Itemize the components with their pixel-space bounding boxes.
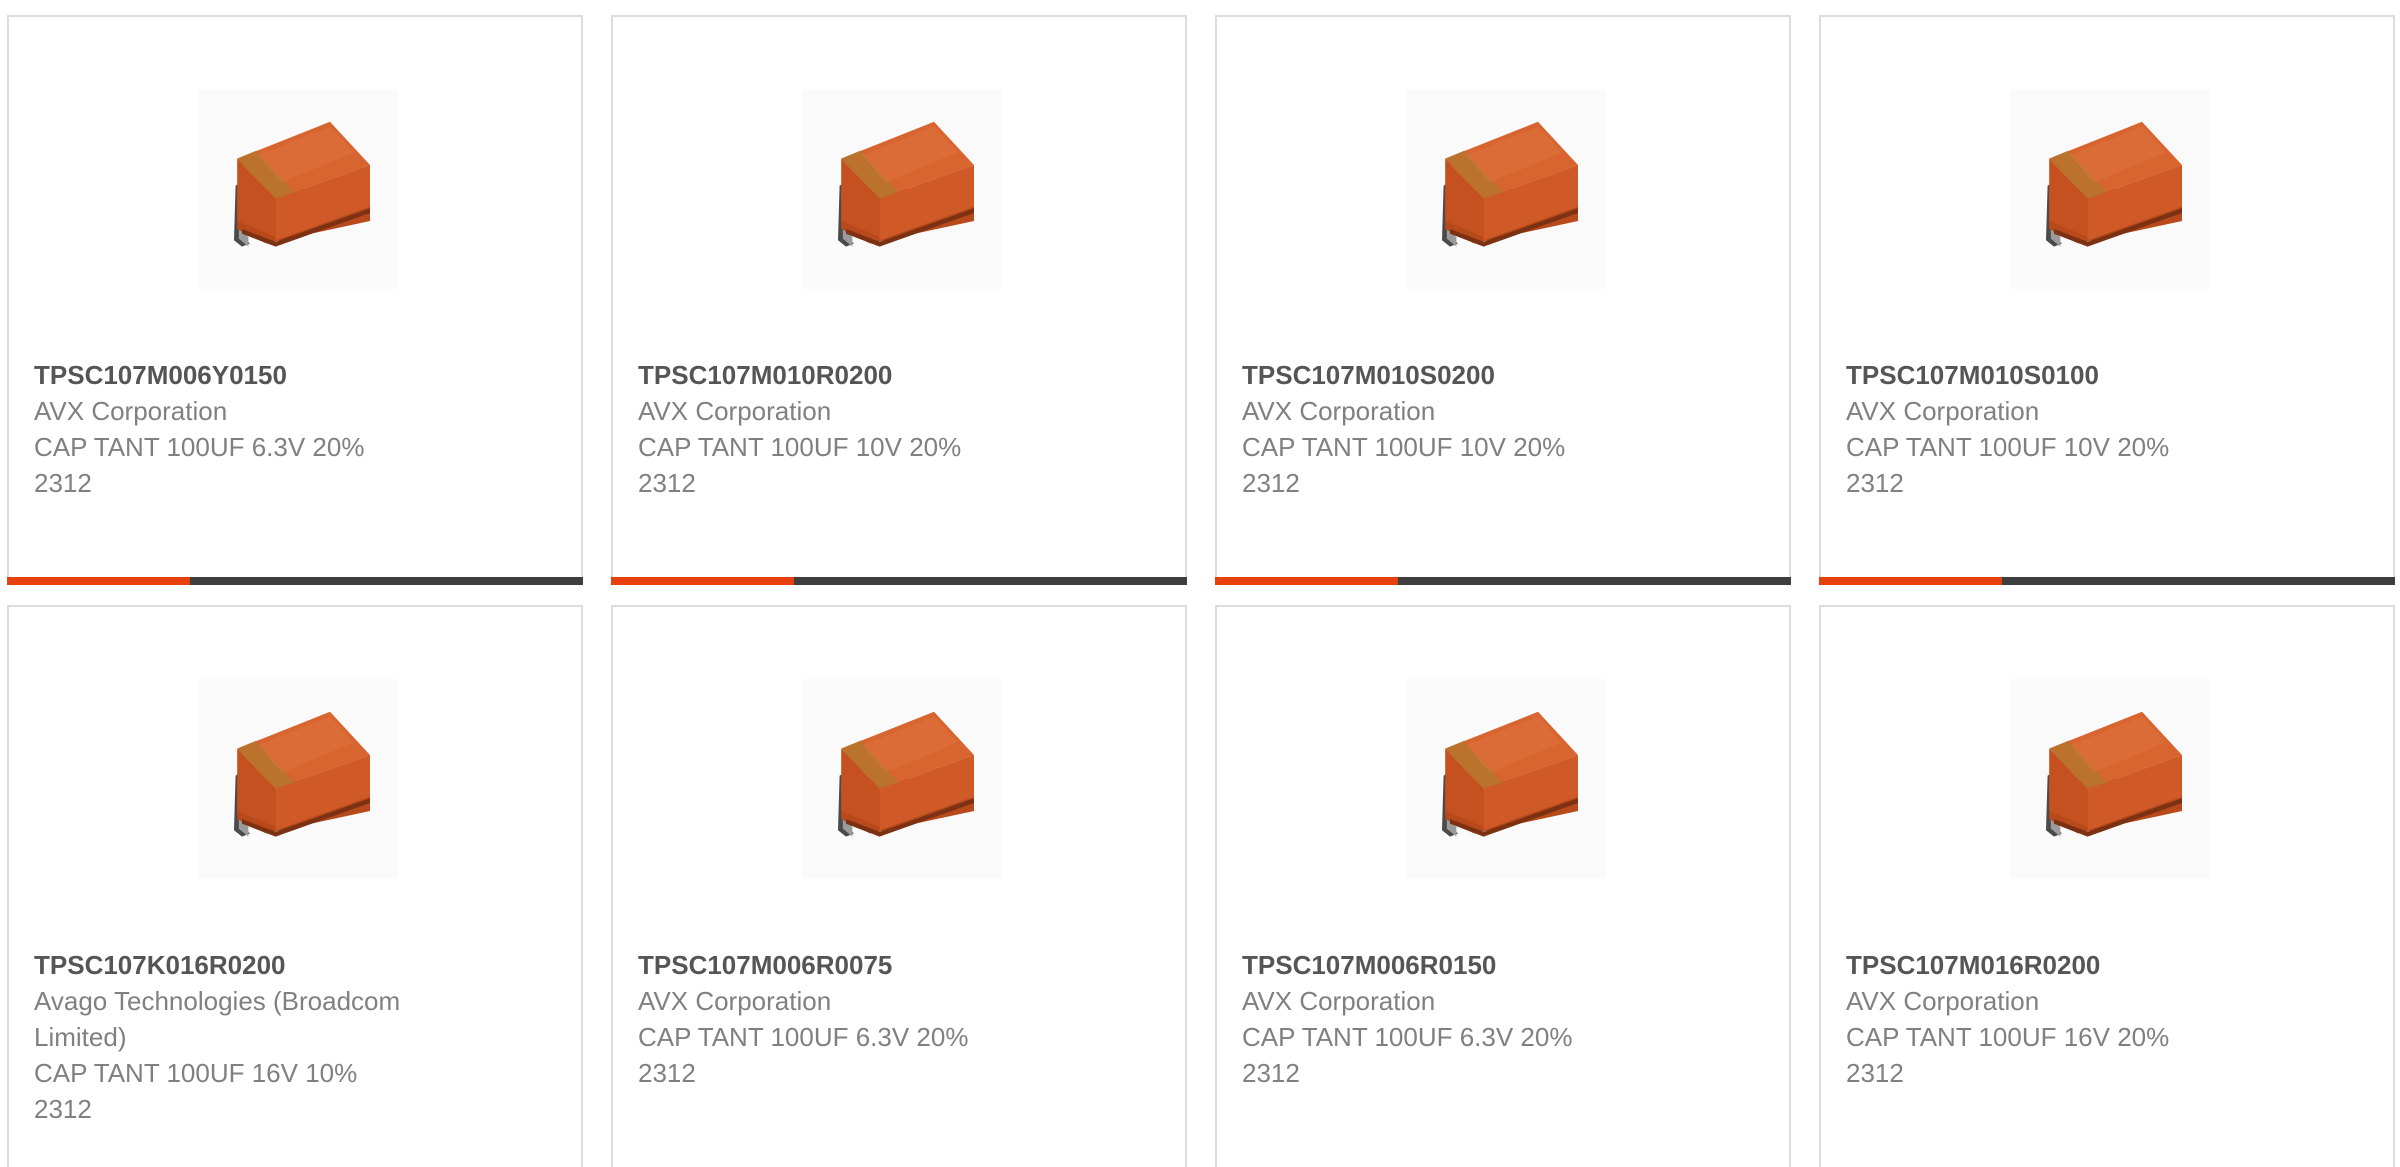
manufacturer: AVX Corporation	[1846, 986, 2040, 1016]
description: CAP TANT 100UF 16V 10%	[34, 1058, 358, 1088]
description: CAP TANT 100UF 6.3V 20%	[1242, 1022, 1573, 1052]
part-number-link[interactable]: TPSC107M006Y0150	[34, 357, 474, 393]
product-info: TPSC107M006R0075 AVX Corporation CAP TAN…	[638, 947, 1078, 1091]
package: 2312	[34, 468, 92, 498]
package: 2312	[1242, 468, 1300, 498]
card-accent-bar	[1819, 577, 2002, 585]
part-number-link[interactable]: TPSC107M010R0200	[638, 357, 1078, 393]
card-bottom-bar	[7, 577, 583, 585]
tantalum-capacitor-icon[interactable]	[1406, 89, 1606, 289]
part-number-link[interactable]: TPSC107M016R0200	[1846, 947, 2286, 983]
description: CAP TANT 100UF 6.3V 20%	[34, 432, 365, 462]
tantalum-capacitor-icon[interactable]	[198, 679, 398, 879]
manufacturer: AVX Corporation	[638, 396, 832, 426]
product-card[interactable]: TPSC107K016R0200 Avago Technologies (Bro…	[7, 605, 583, 1167]
tantalum-capacitor-icon[interactable]	[198, 89, 398, 289]
description: CAP TANT 100UF 10V 20%	[638, 432, 962, 462]
tantalum-capacitor-icon[interactable]	[1406, 679, 1606, 879]
card-accent-bar	[1215, 577, 1398, 585]
tantalum-capacitor-icon[interactable]	[802, 679, 1002, 879]
manufacturer: AVX Corporation	[1846, 396, 2040, 426]
part-number-link[interactable]: TPSC107M010S0100	[1846, 357, 2286, 393]
package: 2312	[34, 1094, 92, 1124]
package: 2312	[638, 468, 696, 498]
card-accent-bar	[611, 577, 794, 585]
description: CAP TANT 100UF 10V 20%	[1846, 432, 2170, 462]
package: 2312	[638, 1058, 696, 1088]
description: CAP TANT 100UF 6.3V 20%	[638, 1022, 969, 1052]
part-number-link[interactable]: TPSC107K016R0200	[34, 947, 454, 983]
product-info: TPSC107M016R0200 AVX Corporation CAP TAN…	[1846, 947, 2286, 1091]
part-number-link[interactable]: TPSC107M006R0150	[1242, 947, 1682, 983]
product-info: TPSC107K016R0200 Avago Technologies (Bro…	[34, 947, 454, 1127]
description: CAP TANT 100UF 16V 20%	[1846, 1022, 2170, 1052]
card-accent-bar	[7, 577, 190, 585]
product-card[interactable]: TPSC107M016R0200 AVX Corporation CAP TAN…	[1819, 605, 2395, 1167]
product-info: TPSC107M010R0200 AVX Corporation CAP TAN…	[638, 357, 1078, 501]
tantalum-capacitor-icon[interactable]	[802, 89, 1002, 289]
product-card[interactable]: TPSC107M006Y0150 AVX Corporation CAP TAN…	[7, 15, 583, 585]
product-info: TPSC107M006Y0150 AVX Corporation CAP TAN…	[34, 357, 474, 501]
part-number-link[interactable]: TPSC107M006R0075	[638, 947, 1078, 983]
product-card[interactable]: TPSC107M010S0100 AVX Corporation CAP TAN…	[1819, 15, 2395, 585]
tantalum-capacitor-icon[interactable]	[2010, 679, 2210, 879]
manufacturer: AVX Corporation	[1242, 986, 1436, 1016]
card-bottom-bar	[1819, 577, 2395, 585]
card-bottom-bar	[611, 577, 1187, 585]
product-info: TPSC107M010S0200 AVX Corporation CAP TAN…	[1242, 357, 1682, 501]
description: CAP TANT 100UF 10V 20%	[1242, 432, 1566, 462]
product-grid: TPSC107M006Y0150 AVX Corporation CAP TAN…	[0, 0, 2400, 1167]
manufacturer: Avago Technologies (Broadcom Limited)	[34, 986, 401, 1052]
manufacturer: AVX Corporation	[638, 986, 832, 1016]
tantalum-capacitor-icon[interactable]	[2010, 89, 2210, 289]
product-card[interactable]: TPSC107M006R0150 AVX Corporation CAP TAN…	[1215, 605, 1791, 1167]
manufacturer: AVX Corporation	[1242, 396, 1436, 426]
product-info: TPSC107M006R0150 AVX Corporation CAP TAN…	[1242, 947, 1682, 1091]
package: 2312	[1242, 1058, 1300, 1088]
product-info: TPSC107M010S0100 AVX Corporation CAP TAN…	[1846, 357, 2286, 501]
package: 2312	[1846, 468, 1904, 498]
card-bottom-bar	[1215, 577, 1791, 585]
package: 2312	[1846, 1058, 1904, 1088]
product-card[interactable]: TPSC107M010R0200 AVX Corporation CAP TAN…	[611, 15, 1187, 585]
manufacturer: AVX Corporation	[34, 396, 228, 426]
part-number-link[interactable]: TPSC107M010S0200	[1242, 357, 1682, 393]
product-card[interactable]: TPSC107M006R0075 AVX Corporation CAP TAN…	[611, 605, 1187, 1167]
product-card[interactable]: TPSC107M010S0200 AVX Corporation CAP TAN…	[1215, 15, 1791, 585]
